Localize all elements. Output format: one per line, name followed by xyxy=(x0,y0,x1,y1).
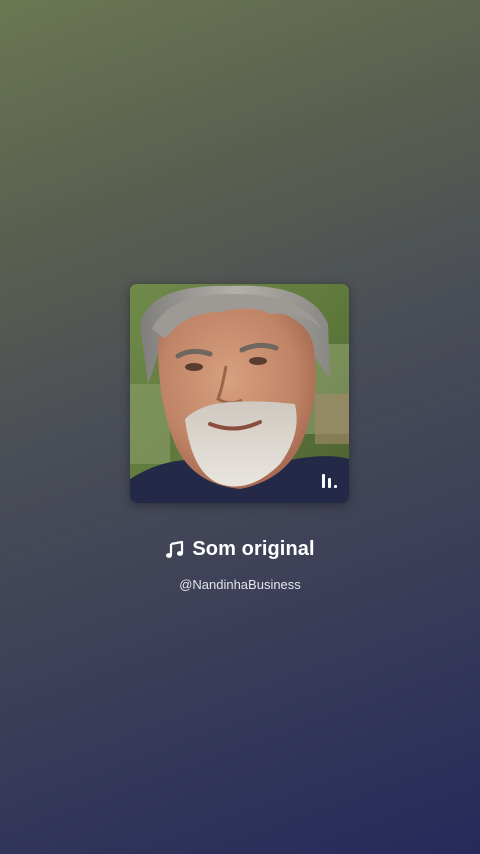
audio-title-row: Som original xyxy=(0,538,480,561)
audio-title: Som original xyxy=(192,538,315,560)
audio-author-link[interactable]: @NandinhaBusiness xyxy=(0,577,480,592)
music-note-icon xyxy=(166,540,184,558)
cover-portrait xyxy=(130,284,349,503)
sound-bars-icon xyxy=(322,474,337,488)
audio-cover-image[interactable] xyxy=(130,284,349,503)
